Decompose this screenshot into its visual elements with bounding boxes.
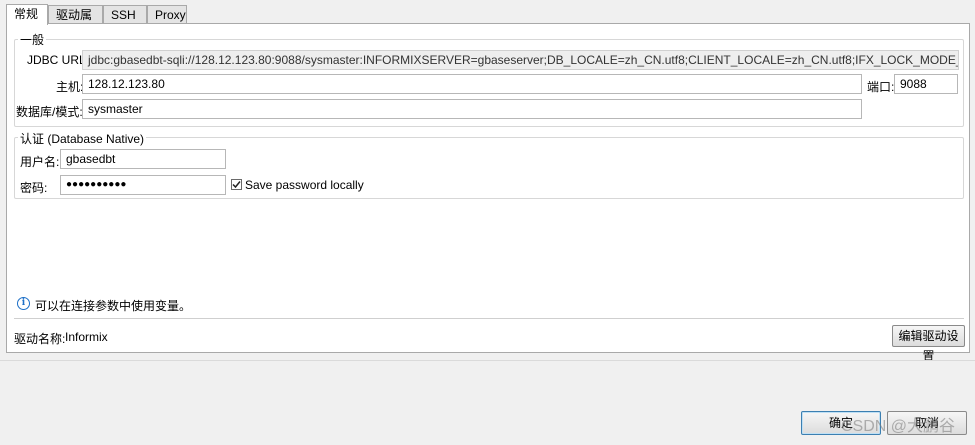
host-label: 主机: xyxy=(56,80,84,94)
driver-name-value: Informix xyxy=(65,330,108,344)
info-icon: i xyxy=(17,297,30,310)
edit-driver-settings-button[interactable]: 编辑驱动设置 xyxy=(892,325,965,363)
checkmark-icon xyxy=(232,181,241,189)
jdbc-url-label: JDBC URL: xyxy=(27,53,90,67)
host-input[interactable]: 128.12.123.80 xyxy=(82,74,862,94)
port-label: 端口: xyxy=(867,80,895,94)
tab-bar: 常规 驱动属性 SSH Proxy xyxy=(6,4,187,40)
password-label: 密码: xyxy=(20,181,48,195)
save-password-label: Save password locally xyxy=(245,178,364,192)
connection-settings-panel: 一般 JDBC URL: jdbc:gbasedbt-sqli://128.12… xyxy=(6,23,970,363)
database-input[interactable]: sysmaster xyxy=(82,99,862,119)
general-group-title: 一般 xyxy=(18,31,47,48)
port-input[interactable]: 9088 xyxy=(894,74,958,94)
auth-group-title: 认证 (Database Native) xyxy=(18,130,147,147)
tab-driver-properties[interactable]: 驱动属性 xyxy=(48,5,103,40)
username-input[interactable]: gbasedbt xyxy=(60,149,226,169)
tab-ssh[interactable]: SSH xyxy=(103,5,147,23)
driver-name-label: 驱动名称: xyxy=(14,332,66,346)
database-label: 数据库/模式: xyxy=(16,105,83,119)
jdbc-url-field[interactable]: jdbc:gbasedbt-sqli://128.12.123.80:9088/… xyxy=(82,50,959,70)
username-label: 用户名: xyxy=(20,155,60,169)
tab-general[interactable]: 常规 xyxy=(6,4,48,25)
tab-proxy[interactable]: Proxy xyxy=(147,5,187,23)
panel-divider xyxy=(14,318,964,319)
save-password-checkbox[interactable] xyxy=(231,179,242,190)
variables-hint-text: 可以在连接参数中使用变量。 xyxy=(35,299,192,313)
password-input[interactable]: ●●●●●●●●●● xyxy=(60,175,226,195)
footer-separator xyxy=(0,360,975,361)
csdn-watermark: CSDN @大鹏谷 xyxy=(841,418,956,435)
